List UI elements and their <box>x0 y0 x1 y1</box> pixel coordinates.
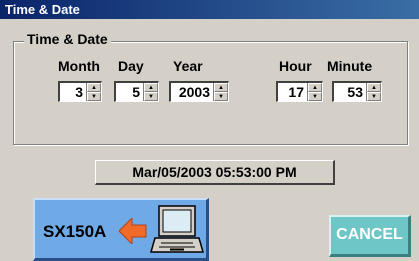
month-value[interactable]: 3 <box>60 83 86 101</box>
hour-down-arrow-icon[interactable]: ▼ <box>308 92 322 101</box>
minute-value[interactable]: 53 <box>334 83 366 101</box>
groupbox-legend: Time & Date <box>24 31 111 47</box>
year-label: Year <box>173 58 203 74</box>
year-up-arrow-icon[interactable]: ▲ <box>214 83 228 92</box>
minute-up-arrow-icon[interactable]: ▲ <box>367 83 381 92</box>
hour-label: Hour <box>279 58 312 74</box>
time-date-dialog: Time & Date Month Day Year Hour Minute 3… <box>0 19 419 261</box>
day-down-arrow-icon[interactable]: ▼ <box>144 92 158 101</box>
day-up-arrow-icon[interactable]: ▲ <box>144 83 158 92</box>
minute-down-arrow-icon[interactable]: ▼ <box>367 92 381 101</box>
minute-label: Minute <box>327 58 373 74</box>
day-label: Day <box>118 58 144 74</box>
month-down-arrow-icon[interactable]: ▼ <box>87 92 101 101</box>
month-label: Month <box>58 58 100 74</box>
year-spinner[interactable]: 2003 ▲ ▼ <box>169 81 229 102</box>
window-title: Time & Date <box>5 2 80 17</box>
minute-spinner[interactable]: 53 ▲ ▼ <box>332 81 382 102</box>
year-down-arrow-icon[interactable]: ▼ <box>214 92 228 101</box>
title-bar: Time & Date <box>0 0 419 19</box>
sx150a-label: SX150A <box>43 222 107 241</box>
hour-value[interactable]: 17 <box>278 83 307 101</box>
year-value[interactable]: 2003 <box>171 83 213 101</box>
arrow-left-icon <box>119 218 147 244</box>
laptop-computer-icon <box>150 205 204 253</box>
cancel-button[interactable]: CANCEL <box>329 215 411 257</box>
datetime-display: Mar/05/2003 05:53:00 PM <box>95 160 335 185</box>
hour-spinner[interactable]: 17 ▲ ▼ <box>276 81 323 102</box>
hour-up-arrow-icon[interactable]: ▲ <box>308 83 322 92</box>
month-up-arrow-icon[interactable]: ▲ <box>87 83 101 92</box>
day-spinner[interactable]: 5 ▲ ▼ <box>114 81 159 102</box>
month-spinner[interactable]: 3 ▲ ▼ <box>58 81 102 102</box>
day-value[interactable]: 5 <box>116 83 143 101</box>
